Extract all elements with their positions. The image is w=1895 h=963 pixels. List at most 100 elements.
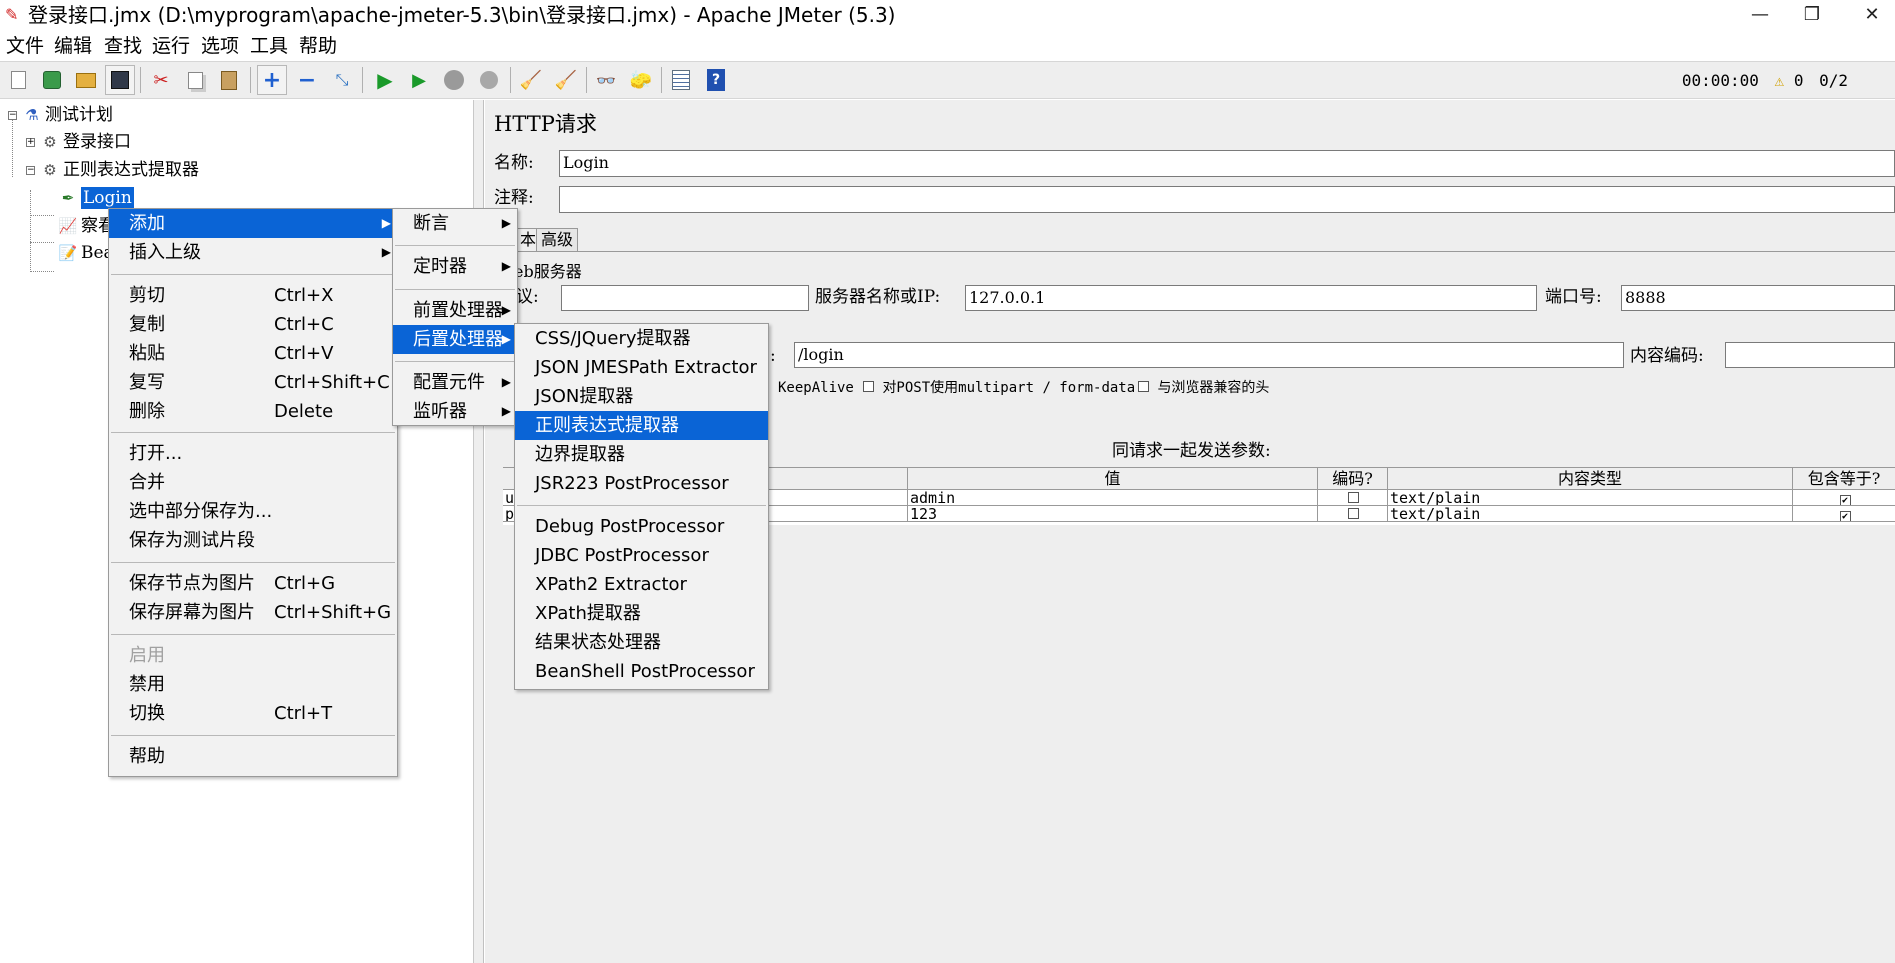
encode-checkbox[interactable] [1348,508,1359,519]
tree-login[interactable]: ✒ Login [58,187,134,209]
tree-regex-extractor[interactable]: ⚙ 正则表达式提取器 [40,159,199,181]
menu-item-beanshell-postprocessor[interactable]: BeanShell PostProcessor [515,657,768,686]
tree-beanshell[interactable]: 📝 Bea [58,242,114,264]
menu-item-toggle[interactable]: 切换 Ctrl+T [109,699,397,728]
shutdown-icon[interactable] [474,65,504,95]
encoding-field[interactable] [1725,342,1895,368]
menu-item-boundary-extractor[interactable]: 边界提取器 [515,440,768,469]
menu-item-open[interactable]: 打开... [109,439,397,468]
column-header-value[interactable]: 值 [908,468,1318,490]
copy-icon[interactable] [180,65,210,95]
menu-item-json-extractor[interactable]: JSON提取器 [515,382,768,411]
table-cell-encode[interactable] [1318,506,1388,522]
menu-item-timers[interactable]: 定时器 ▶ [393,252,517,281]
menu-item-disable[interactable]: 禁用 [109,670,397,699]
function-helper-icon[interactable] [666,65,696,95]
minimize-button[interactable]: — [1737,0,1783,30]
tree-test-plan[interactable]: ⚗ 测试计划 [22,104,113,126]
multipart-option[interactable]: 对POST使用multipart / form-data [863,377,1135,399]
menu-item-save-node-image[interactable]: 保存节点为图片 Ctrl+G [109,569,397,598]
menu-search[interactable]: 查找 [104,34,142,58]
paste-icon[interactable] [214,65,244,95]
tree-login-api[interactable]: ⚙ 登录接口 [40,131,131,153]
expander-test-plan[interactable]: − [8,111,17,120]
expand-icon[interactable]: + [257,65,287,95]
menu-item-save-as-fragment[interactable]: 保存为测试片段 [109,526,397,555]
table-cell-include-equals[interactable]: ✔ [1793,506,1895,522]
menu-item-delete[interactable]: 删除 Delete [109,397,397,426]
port-field[interactable]: 8888 [1621,285,1895,311]
open-icon[interactable] [71,65,101,95]
new-icon[interactable] [3,65,33,95]
column-header-encode[interactable]: 编码? [1318,468,1388,490]
browser-headers-option[interactable]: 与浏览器兼容的头 [1138,377,1269,399]
menu-item-jsr223-postprocessor[interactable]: JSR223 PostProcessor [515,469,768,498]
menu-item-pre-processors[interactable]: 前置处理器 ▶ [393,296,517,325]
include-equals-checkbox[interactable]: ✔ [1839,511,1851,521]
menu-item-add[interactable]: 添加 ▶ [109,209,397,238]
menu-item-copy[interactable]: 复制 Ctrl+C [109,310,397,339]
protocol-field[interactable] [561,285,809,311]
menu-item-assertions[interactable]: 断言 ▶ [393,209,517,238]
menu-edit[interactable]: 编辑 [54,34,92,58]
warning-icon[interactable]: ⚠ [1775,71,1785,90]
clear-all-icon[interactable]: 🧹 [551,65,581,95]
menu-item-save-selection-as[interactable]: 选中部分保存为... [109,497,397,526]
menu-item-cut[interactable]: 剪切 Ctrl+X [109,281,397,310]
search-icon[interactable]: 👓 [591,65,621,95]
help-icon[interactable]: ? [701,65,731,95]
encode-checkbox[interactable] [1348,492,1359,503]
server-field[interactable]: 127.0.0.1 [965,285,1537,311]
restore-button[interactable]: ❐ [1789,0,1835,30]
start-icon[interactable]: ▶ [370,65,400,95]
keepalive-option[interactable]: KeepAlive [778,377,854,399]
cut-icon[interactable]: ✂ [146,65,176,95]
name-field[interactable]: Login [559,150,1895,177]
menu-item-post-processors[interactable]: 后置处理器 ▶ [393,325,517,354]
menu-options[interactable]: 选项 [201,34,239,58]
browser-headers-checkbox[interactable] [1138,381,1149,392]
menu-item-help[interactable]: 帮助 [109,742,397,771]
expander-login-api[interactable]: + [26,138,35,147]
menu-item-regex-extractor[interactable]: 正则表达式提取器 [515,411,768,440]
tab-advanced[interactable]: 高级 [536,228,579,251]
save-icon[interactable] [105,65,135,95]
clear-icon[interactable]: 🧹 [516,65,546,95]
menu-item-duplicate[interactable]: 复写 Ctrl+Shift+C [109,368,397,397]
comment-field[interactable] [559,186,1895,213]
menu-item-result-status-handler[interactable]: 结果状态处理器 [515,628,768,657]
menu-item-json-jmespath-extractor[interactable]: JSON JMESPath Extractor [515,353,768,382]
toggle-icon[interactable]: ⤡ [327,65,357,95]
path-field[interactable]: /login [794,342,1624,368]
collapse-icon[interactable]: − [292,65,322,95]
menu-item-save-screen-image[interactable]: 保存屏幕为图片 Ctrl+Shift+G [109,598,397,627]
close-button[interactable]: ✕ [1849,0,1895,30]
column-header-include-equals[interactable]: 包含等于? [1793,468,1895,490]
menu-item-xpath-extractor[interactable]: XPath提取器 [515,599,768,628]
menu-item-css-jquery-extractor[interactable]: CSS/JQuery提取器 [515,324,768,353]
reset-search-icon[interactable]: 🧽 [626,65,656,95]
table-cell-encode[interactable] [1318,490,1388,506]
tree-listener[interactable]: 📈 察看 [58,215,115,237]
menu-item-merge[interactable]: 合并 [109,468,397,497]
menu-item-config-elements[interactable]: 配置元件 ▶ [393,368,517,397]
menu-file[interactable]: 文件 [6,34,44,58]
menu-item-debug-postprocessor[interactable]: Debug PostProcessor [515,512,768,541]
expander-regex-extractor[interactable]: − [26,166,35,175]
column-header-content-type[interactable]: 内容类型 [1388,468,1793,490]
table-cell-value[interactable]: 123 [908,506,1318,522]
menu-run[interactable]: 运行 [152,34,190,58]
multipart-checkbox[interactable] [863,381,874,392]
table-cell-content-type[interactable]: text/plain [1388,490,1793,506]
table-cell-content-type[interactable]: text/plain [1388,506,1793,522]
table-cell-include-equals[interactable]: ✔ [1793,490,1895,506]
templates-icon[interactable] [37,65,67,95]
menu-help[interactable]: 帮助 [299,34,337,58]
stop-icon[interactable] [439,65,469,95]
include-equals-checkbox[interactable]: ✔ [1839,495,1851,505]
menu-item-jdbc-postprocessor[interactable]: JDBC PostProcessor [515,541,768,570]
menu-item-insert-parent[interactable]: 插入上级 ▶ [109,238,397,267]
menu-item-xpath2-extractor[interactable]: XPath2 Extractor [515,570,768,599]
menu-item-paste[interactable]: 粘贴 Ctrl+V [109,339,397,368]
start-no-pause-icon[interactable]: ▶ [404,65,434,95]
